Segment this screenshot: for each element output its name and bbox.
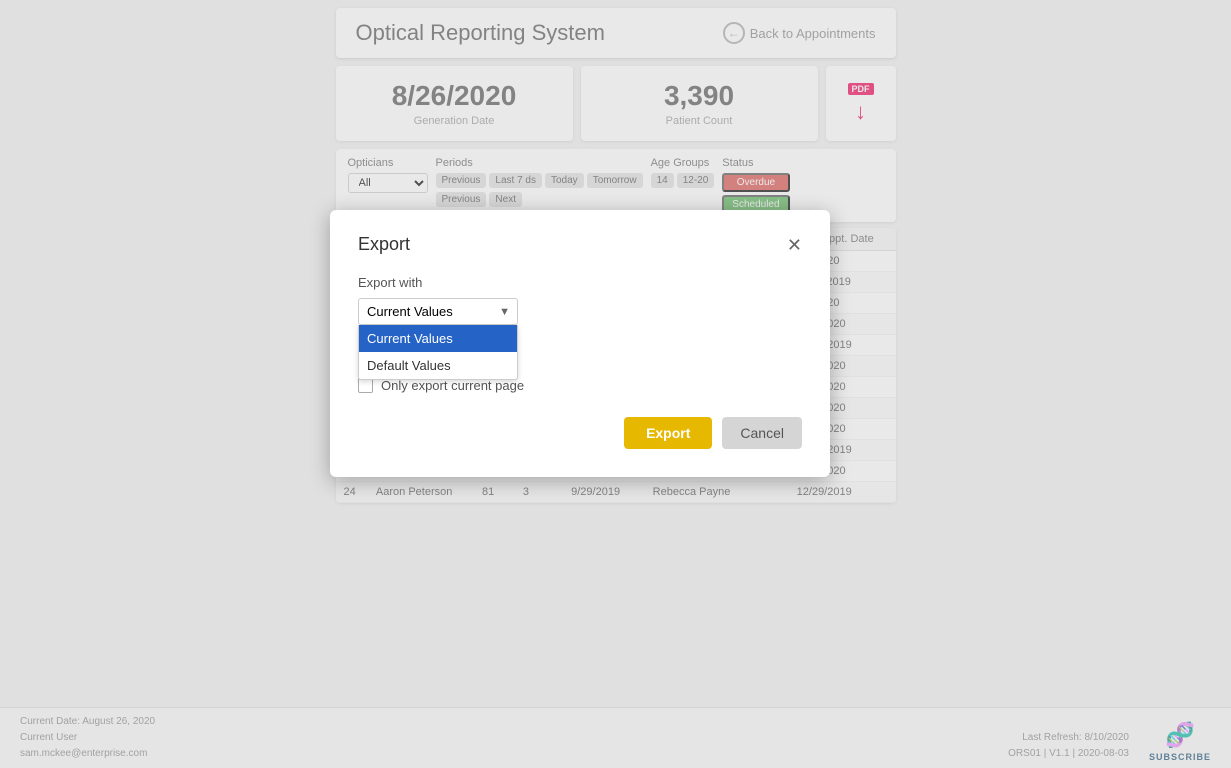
export-button[interactable]: Export xyxy=(624,417,712,449)
modal-title: Export xyxy=(358,234,410,255)
export-current-page-checkbox[interactable] xyxy=(358,378,373,393)
export-dropdown-wrapper: Current Values Default Values ▼ Current … xyxy=(358,298,518,325)
dropdown-option-default[interactable]: Default Values xyxy=(359,352,517,379)
export-modal: Export ✕ Export with Current Values Defa… xyxy=(330,210,830,477)
export-dropdown[interactable]: Current Values Default Values xyxy=(358,298,518,325)
export-current-page-label: Only export current page xyxy=(381,378,524,393)
modal-header: Export ✕ xyxy=(358,234,802,255)
dropdown-option-current[interactable]: Current Values xyxy=(359,325,517,352)
modal-footer: Export Cancel xyxy=(358,417,802,449)
checkbox-row: Only export current page xyxy=(358,378,802,393)
export-with-label: Export with xyxy=(358,275,802,290)
modal-close-button[interactable]: ✕ xyxy=(787,236,802,254)
cancel-button[interactable]: Cancel xyxy=(722,417,802,449)
dropdown-open-list: Current Values Default Values xyxy=(358,325,518,380)
